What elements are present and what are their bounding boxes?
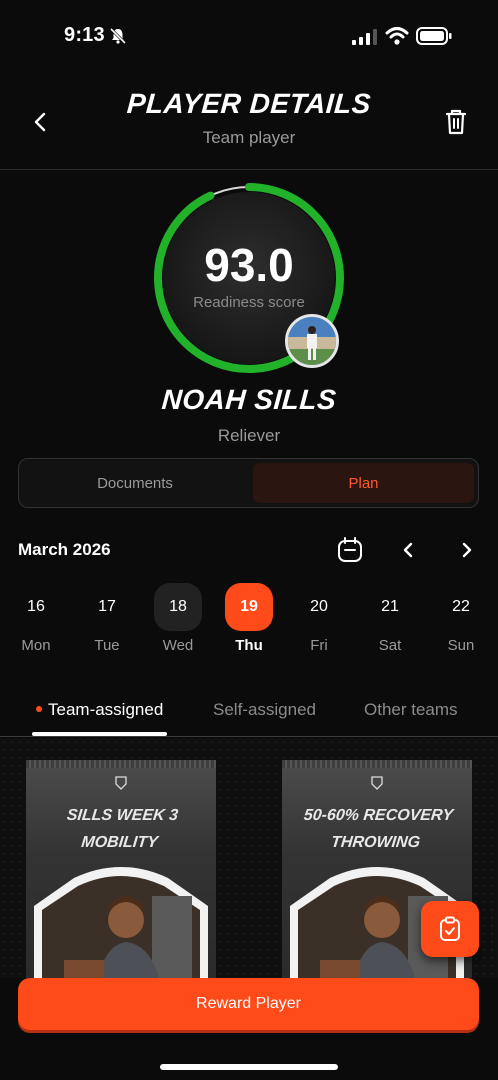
day-name: Thu — [235, 637, 263, 654]
day-number: 22 — [452, 598, 470, 615]
day-tue[interactable]: 17 Tue — [83, 583, 131, 663]
previous-week-button[interactable] — [396, 538, 420, 562]
coach-photo — [34, 867, 208, 978]
signal-icon — [352, 29, 377, 45]
assignment-tabs: Team-assigned Self-assigned Other teams — [0, 690, 498, 737]
brand-logo-icon — [371, 776, 383, 790]
page-title: PLAYER DETAILS — [125, 88, 373, 119]
trash-icon[interactable] — [440, 106, 472, 138]
day-sat[interactable]: 21 Sat — [366, 583, 414, 663]
avatar[interactable] — [285, 314, 339, 368]
documents-plan-toggle: Documents Plan — [18, 458, 479, 508]
tab-other-teams[interactable]: Other teams — [364, 700, 458, 720]
plan-title: SILLS WEEK 3 MOBILITY — [65, 807, 179, 851]
day-number: 16 — [27, 598, 45, 615]
calendar-icon[interactable] — [336, 536, 364, 564]
battery-icon — [416, 27, 452, 45]
day-wed[interactable]: 18 Wed — [154, 583, 202, 663]
plan-title: 50-60% RECOVERY THROWING — [302, 807, 454, 851]
tab-self-assigned[interactable]: Self-assigned — [213, 700, 316, 720]
day-number: 19 — [225, 583, 273, 631]
day-thu-selected[interactable]: 19 Thu — [225, 583, 273, 663]
tab-documents[interactable]: Documents — [23, 463, 247, 503]
day-number: 17 — [98, 598, 116, 615]
assign-plan-button[interactable] — [421, 901, 479, 957]
day-fri[interactable]: 20 Fri — [295, 583, 343, 663]
brand-logo-icon — [115, 776, 127, 790]
header: PLAYER DETAILS Team player — [0, 72, 498, 170]
day-mon[interactable]: 16 Mon — [12, 583, 60, 663]
status-bar: 9:13 — [0, 0, 498, 72]
status-time: 9:13 — [64, 24, 105, 46]
page-subtitle: Team player — [202, 128, 296, 147]
day-number: 21 — [381, 598, 399, 615]
day-name: Sat — [378, 637, 402, 654]
tab-indicator — [32, 732, 167, 736]
next-week-button[interactable] — [455, 538, 479, 562]
reward-player-button[interactable]: Reward Player — [18, 978, 479, 1030]
readiness-score: 93.0 — [204, 239, 294, 291]
player-name: NOAH SILLS — [160, 384, 338, 415]
tab-plan[interactable]: Plan — [253, 463, 474, 503]
plan-card[interactable]: SILLS WEEK 3 MOBILITY — [26, 760, 216, 978]
tab-team-assigned[interactable]: Team-assigned — [36, 700, 163, 720]
day-name: Sun — [447, 637, 475, 654]
day-number: 18 — [154, 583, 202, 631]
day-sun[interactable]: 22 Sun — [437, 583, 485, 663]
wifi-icon — [385, 27, 409, 45]
readiness-label: Readiness score — [193, 294, 305, 311]
player-role: Reliever — [217, 426, 281, 445]
day-number: 20 — [310, 598, 328, 615]
day-name: Wed — [162, 637, 194, 654]
bell-muted-icon — [109, 27, 127, 45]
tab-label: Team-assigned — [48, 700, 164, 719]
day-name: Tue — [94, 637, 120, 654]
day-name: Mon — [21, 637, 51, 654]
home-indicator — [160, 1064, 338, 1070]
unread-dot — [36, 705, 42, 712]
day-name: Fri — [310, 637, 328, 654]
month-label: March 2026 — [18, 540, 111, 559]
clipboard-check-icon — [440, 916, 460, 941]
